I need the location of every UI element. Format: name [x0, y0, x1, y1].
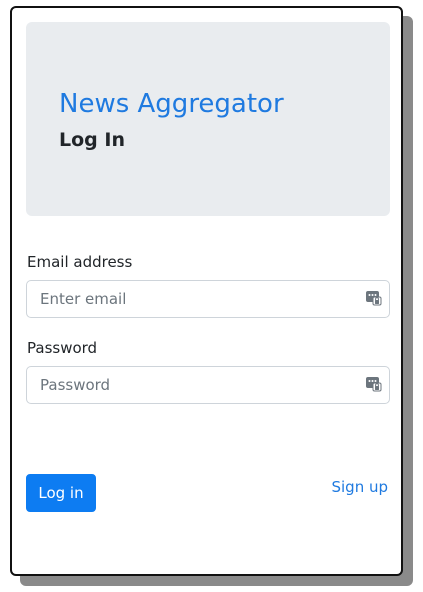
- email-label: Email address: [27, 253, 133, 271]
- signup-link[interactable]: Sign up: [331, 477, 388, 497]
- header-panel: News Aggregator Log In: [26, 22, 390, 216]
- login-button[interactable]: Log in: [26, 474, 96, 512]
- password-manager-icon[interactable]: [366, 376, 382, 392]
- password-field-wrapper: [26, 366, 390, 404]
- app-title: News Aggregator: [59, 89, 284, 119]
- password-field[interactable]: [26, 366, 390, 404]
- page-title: Log In: [59, 129, 125, 151]
- password-manager-icon[interactable]: [366, 290, 382, 306]
- email-field[interactable]: [26, 280, 390, 318]
- email-field-wrapper: [26, 280, 390, 318]
- login-card: News Aggregator Log In Email address Pas…: [10, 6, 403, 576]
- password-label: Password: [27, 339, 98, 357]
